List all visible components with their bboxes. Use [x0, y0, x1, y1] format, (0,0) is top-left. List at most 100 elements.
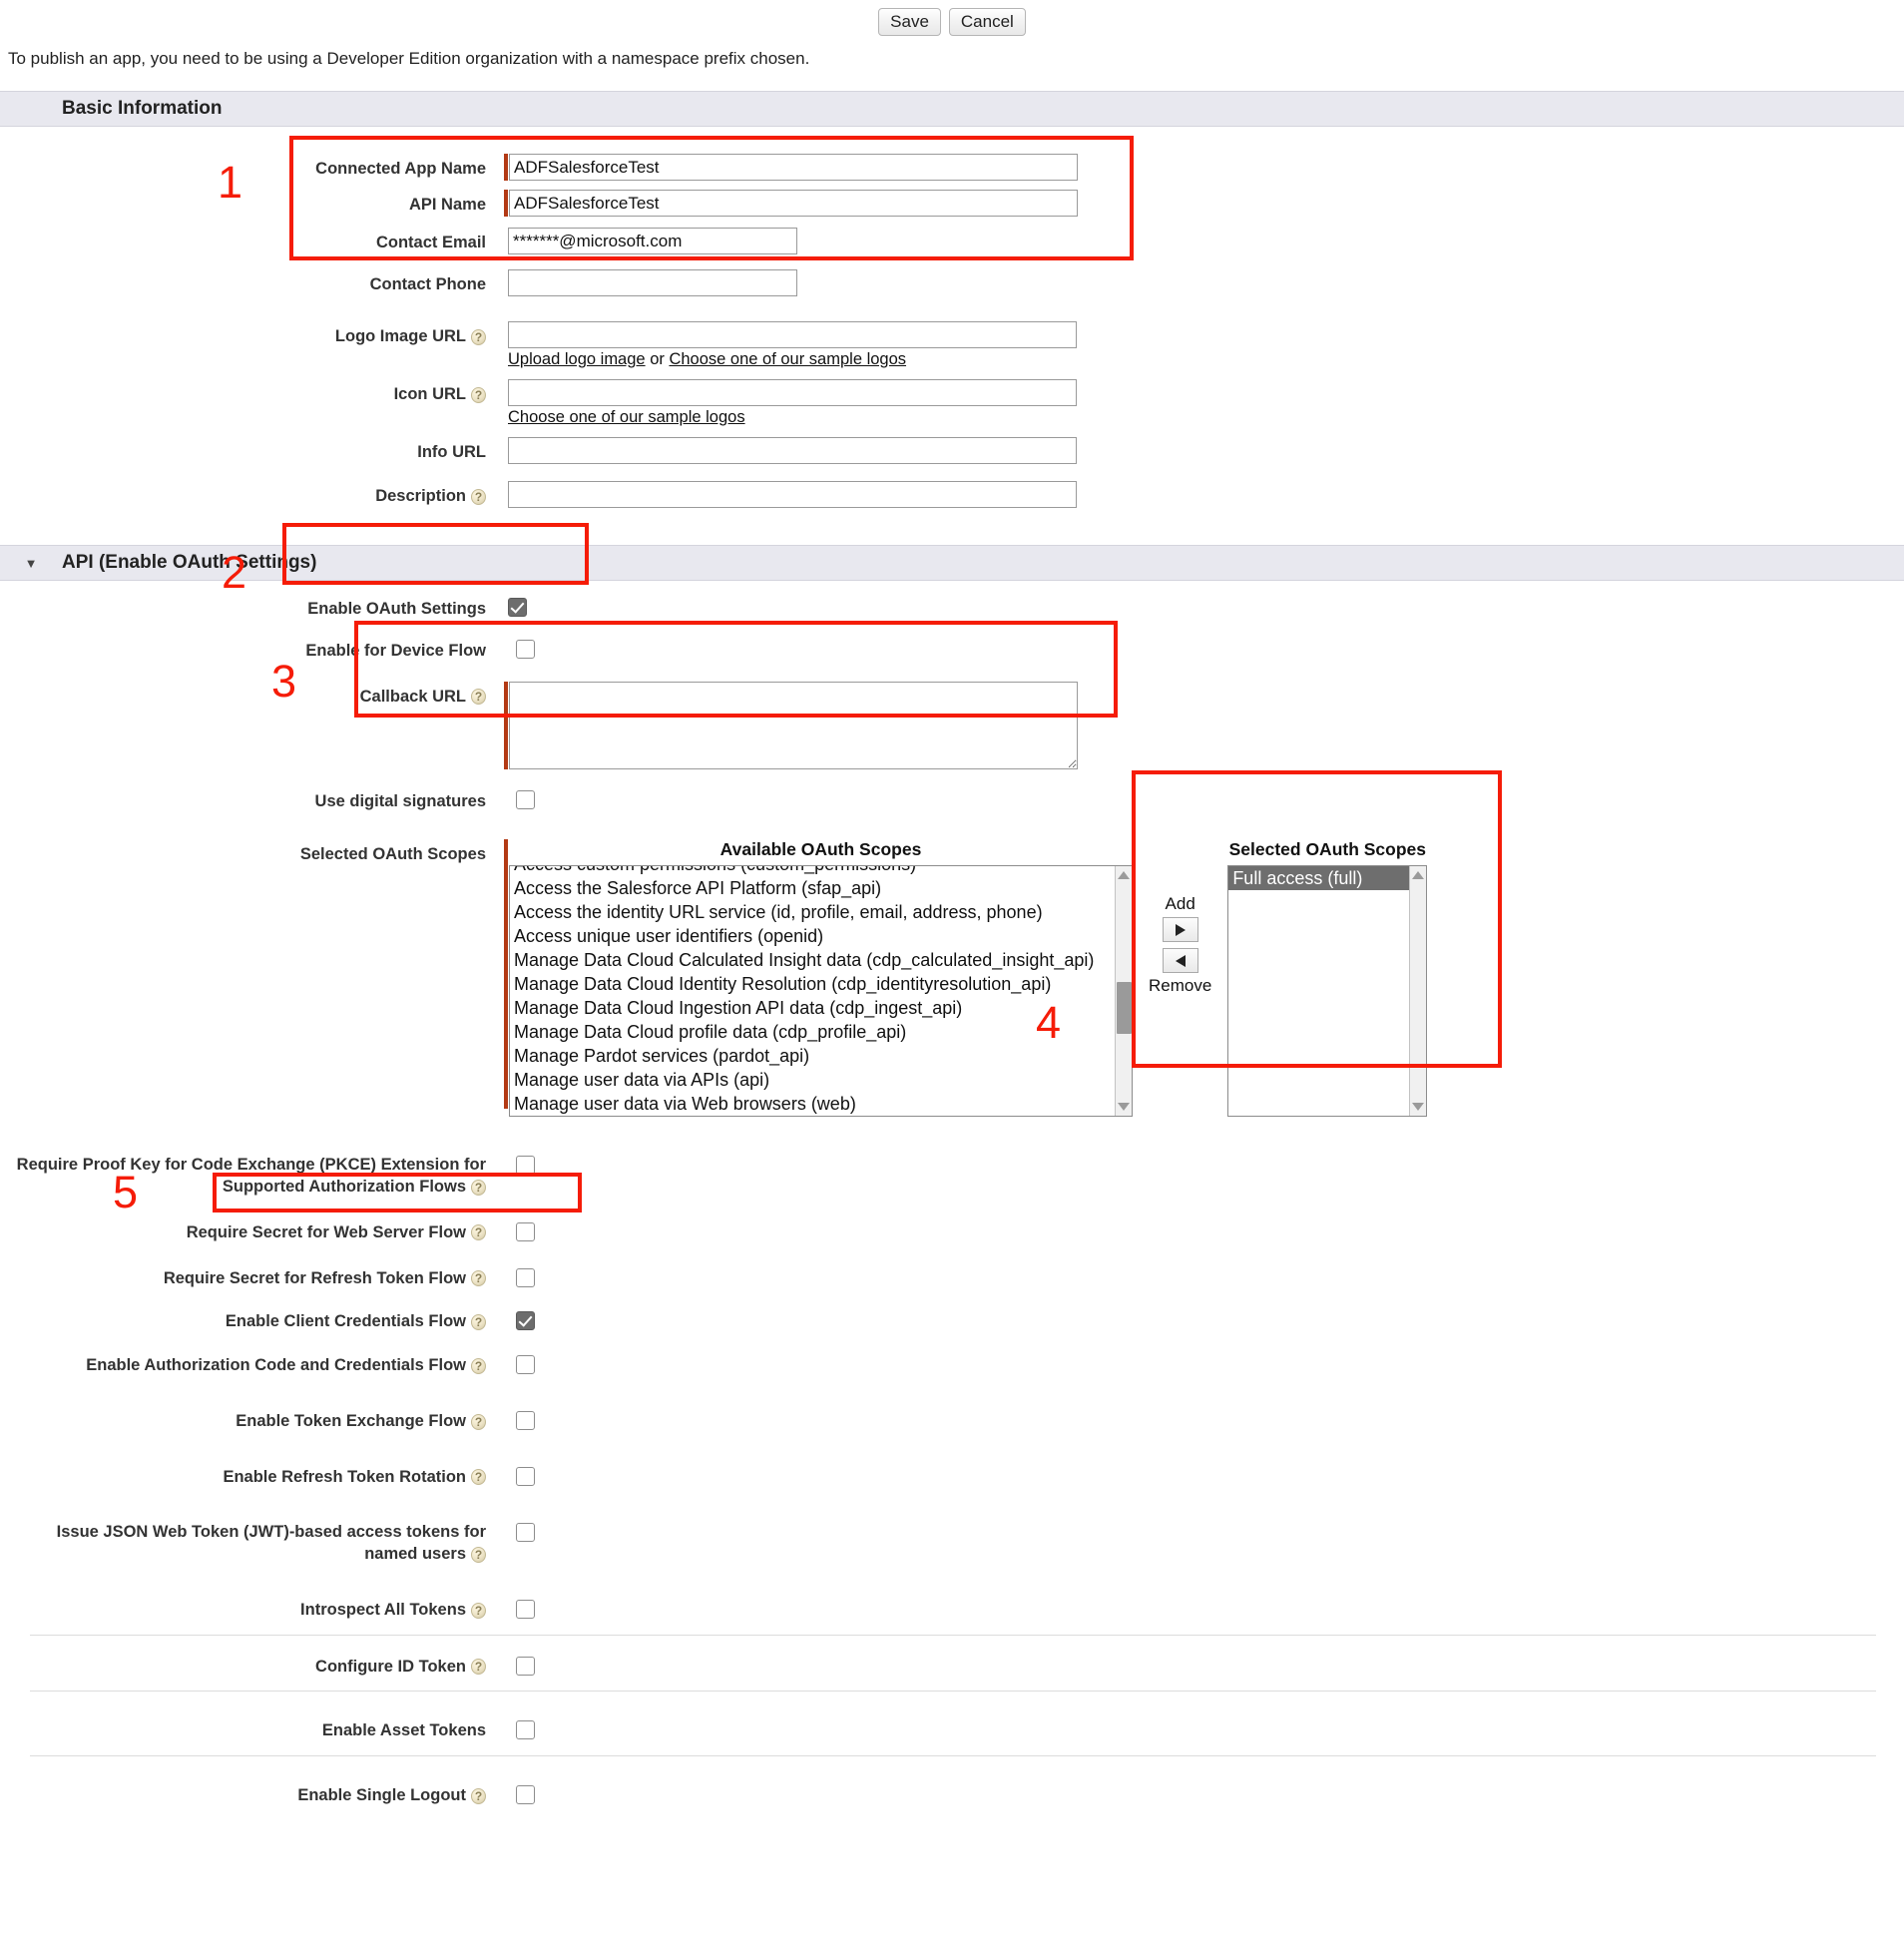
row-oauth-flag: Require Proof Key for Code Exchange (PKC… — [0, 1136, 1904, 1202]
help-icon[interactable]: ? — [471, 328, 486, 345]
available-scopes-header: Available OAuth Scopes — [719, 839, 922, 860]
upload-logo-image-link[interactable]: Upload logo image — [508, 350, 646, 368]
oauth-flag-control — [494, 1715, 535, 1740]
oauth-flag-checkbox[interactable] — [516, 1720, 535, 1740]
available-scopes-listbox[interactable]: Access custom permissions (custom_permis… — [509, 865, 1133, 1118]
oauth-flag-label-text: Enable Refresh Token Rotation — [223, 1467, 466, 1486]
help-icon[interactable]: ? — [471, 1659, 486, 1676]
oauth-flag-label: Issue JSON Web Token (JWT)-based access … — [0, 1517, 494, 1566]
available-scope-option[interactable]: Manage user data via Web browsers (web) — [510, 1092, 1132, 1116]
oauth-flag-label: Enable Refresh Token Rotation? — [0, 1462, 494, 1489]
help-icon[interactable]: ? — [471, 1787, 486, 1804]
available-scope-option[interactable]: Access custom permissions (custom_permis… — [510, 866, 1132, 876]
scrollbar-thumb[interactable] — [1117, 982, 1132, 1035]
contact-phone-input[interactable] — [508, 269, 797, 296]
scopes-transfer-buttons: Add Remove — [1133, 839, 1227, 996]
enable-oauth-settings-checkbox[interactable] — [508, 598, 527, 617]
row-oauth-flag: Enable Client Credentials Flow? — [0, 1292, 1904, 1336]
available-scope-option[interactable]: Manage Data Cloud profile data (cdp_prof… — [510, 1020, 1132, 1044]
help-icon[interactable]: ? — [471, 1357, 486, 1374]
scroll-up-icon[interactable] — [1118, 871, 1130, 880]
oauth-flag-checkbox[interactable] — [516, 1221, 535, 1241]
oauth-flag-label-text: Enable Client Credentials Flow — [225, 1312, 466, 1331]
oauth-flag-checkbox[interactable] — [516, 1466, 535, 1486]
info-url-control — [494, 437, 1077, 464]
use-digital-signatures-checkbox[interactable] — [516, 789, 535, 809]
oauth-flag-checkbox[interactable] — [516, 1156, 535, 1176]
scroll-down-icon[interactable] — [1118, 1103, 1130, 1112]
help-icon[interactable]: ? — [471, 1179, 486, 1196]
oauth-flag-checkbox[interactable] — [516, 1656, 535, 1676]
row-callback-url: Callback URL? — [0, 666, 1904, 772]
basic-information-header: Basic Information — [0, 91, 1904, 127]
oauth-flag-checkbox[interactable] — [516, 1267, 535, 1287]
selected-scopes-column: Selected OAuth Scopes Full access (full) — [1227, 839, 1428, 1118]
contact-email-input[interactable] — [508, 228, 797, 254]
callback-url-textarea[interactable] — [509, 681, 1078, 769]
add-label: Add — [1165, 894, 1195, 914]
scroll-down-icon[interactable] — [1412, 1103, 1425, 1112]
oauth-flag-control — [494, 1462, 535, 1486]
selected-scopes-listbox[interactable]: Full access (full) — [1227, 865, 1428, 1118]
help-icon[interactable]: ? — [471, 386, 486, 403]
oauth-flag-control — [494, 1263, 535, 1287]
icon-url-input[interactable] — [508, 379, 1077, 406]
help-icon[interactable]: ? — [471, 1270, 486, 1287]
available-scope-option[interactable]: Manage Data Cloud Ingestion API data (cd… — [510, 996, 1132, 1020]
oauth-flag-checkbox[interactable] — [516, 1599, 535, 1619]
help-icon[interactable]: ? — [471, 1413, 486, 1430]
oauth-flag-checkbox[interactable] — [516, 1410, 535, 1430]
icon-url-control: Choose one of our sample logos — [494, 379, 1077, 430]
oauth-flag-label-text: Introspect All Tokens — [300, 1600, 466, 1619]
api-name-input[interactable] — [509, 190, 1078, 217]
help-icon[interactable]: ? — [471, 1224, 486, 1241]
oauth-flag-control — [494, 1350, 535, 1375]
description-control — [494, 481, 1077, 508]
add-scope-button[interactable] — [1162, 917, 1198, 943]
connected-app-name-input[interactable] — [509, 154, 1078, 181]
enable-oauth-settings-control — [494, 594, 527, 617]
oauth-flag-checkbox[interactable] — [516, 1785, 535, 1805]
basic-information-form: Connected App Name API Name Contact Emai… — [0, 127, 1904, 511]
help-icon[interactable]: ? — [471, 488, 486, 505]
help-icon[interactable]: ? — [471, 1602, 486, 1619]
oauth-flag-checkbox[interactable] — [516, 1523, 535, 1543]
available-scope-option[interactable]: Access the Salesforce API Platform (sfap… — [510, 876, 1132, 900]
oauth-flag-control — [494, 1780, 535, 1805]
available-scope-option[interactable]: Access unique user identifiers (openid) — [510, 924, 1132, 948]
logo-links-or: or — [650, 350, 665, 368]
row-enable-for-device-flow: Enable for Device Flow — [0, 624, 1904, 666]
help-icon[interactable]: ? — [471, 1546, 486, 1563]
save-button[interactable]: Save — [878, 7, 941, 37]
selected-scope-option[interactable]: Full access (full) — [1228, 866, 1427, 891]
selected-scopes-scrollbar[interactable] — [1409, 866, 1427, 1117]
oauth-scopes-control: Available OAuth Scopes Access custom per… — [494, 839, 1428, 1118]
use-digital-signatures-control — [494, 786, 535, 809]
available-scope-option[interactable]: Manage Pardot services (pardot_api) — [510, 1044, 1132, 1068]
required-indicator — [504, 681, 508, 769]
help-icon[interactable]: ? — [471, 1469, 486, 1486]
scroll-up-icon[interactable] — [1412, 871, 1425, 880]
available-scope-option[interactable]: Access the identity URL service (id, pro… — [510, 900, 1132, 924]
remove-scope-button[interactable] — [1162, 948, 1198, 974]
enable-for-device-flow-checkbox[interactable] — [516, 639, 535, 659]
oauth-flag-label: Require Secret for Refresh Token Flow? — [0, 1263, 494, 1290]
choose-sample-icon-link[interactable]: Choose one of our sample logos — [508, 408, 745, 426]
logo-image-url-input[interactable] — [508, 321, 1077, 348]
oauth-flag-checkbox[interactable] — [516, 1311, 535, 1331]
collapse-twisty-icon[interactable]: ▼ — [0, 556, 62, 571]
description-input[interactable] — [508, 481, 1077, 508]
help-icon[interactable]: ? — [471, 1314, 486, 1330]
available-scope-option[interactable]: Manage Data Cloud Calculated Insight dat… — [510, 948, 1132, 972]
oauth-flag-checkbox[interactable] — [516, 1355, 535, 1375]
help-icon[interactable]: ? — [471, 689, 486, 706]
available-scope-option[interactable]: Manage user data via APIs (api) — [510, 1068, 1132, 1092]
callback-url-label: Callback URL? — [0, 682, 494, 709]
available-scopes-scrollbar[interactable] — [1115, 866, 1132, 1117]
api-name-control — [494, 190, 1078, 217]
available-scope-option[interactable]: Manage Data Cloud Identity Resolution (c… — [510, 972, 1132, 996]
cancel-button[interactable]: Cancel — [948, 7, 1026, 37]
connected-app-name-label: Connected App Name — [315, 160, 486, 178]
info-url-input[interactable] — [508, 437, 1077, 464]
choose-sample-logo-link[interactable]: Choose one of our sample logos — [669, 350, 906, 368]
